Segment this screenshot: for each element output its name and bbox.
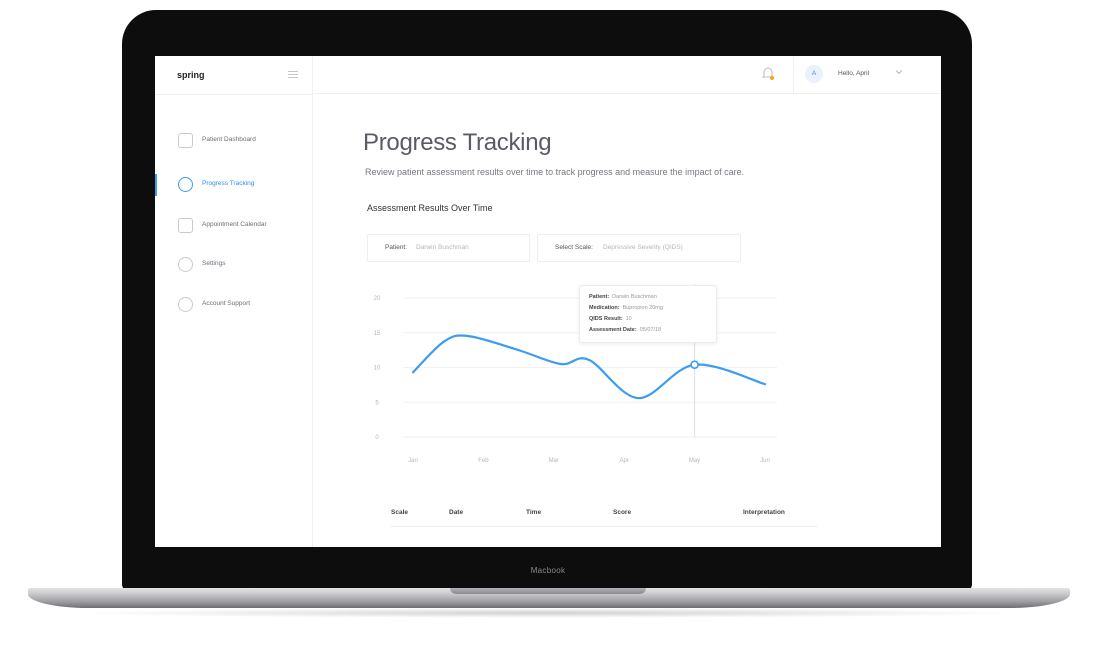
top-bar: A Hello, April [313,56,941,94]
column-header-interpretation[interactable]: Interpretation [743,509,785,516]
patient-select-value: Darwin Buschman [416,244,469,251]
x-tick-label: Feb [478,458,489,464]
tooltip-medication: Medication: Bupropion 20mg [589,305,663,311]
laptop-hinge-notch [450,588,646,594]
avatar[interactable]: A [805,65,823,83]
topbar-divider [793,56,794,94]
y-tick-label: 10 [374,366,381,372]
user-greeting[interactable]: Hello, April [838,70,869,77]
scale-select-label: Select Scale: [555,244,593,251]
patient-select-label: Patient: [385,244,408,251]
calendar-icon [178,218,193,233]
sidebar-item-label: Appointment Calendar [202,221,267,228]
page-subtitle: Review patient assessment results over t… [365,167,745,177]
section-title: Assessment Results Over Time [367,203,493,213]
app-logo[interactable]: spring [177,70,205,80]
chevron-down-icon[interactable] [895,68,903,76]
results-table-header: Scale Date Time Score Interpretation [391,507,817,527]
patient-select[interactable]: Patient: Darwin Buschman [367,234,530,262]
y-tick-label: 5 [375,400,379,406]
sidebar-item-patient-dashboard[interactable]: Patient Dashboard [155,131,313,151]
sidebar-item-label: Progress Tracking [202,180,255,187]
highlight-point [690,360,699,370]
support-icon [178,297,193,312]
gear-icon [178,257,193,272]
tooltip-result: QIDS Result: 10 [589,316,632,322]
device-label: Macbook [530,566,566,575]
series-line [411,334,767,400]
x-tick-label: Jan [408,458,418,464]
sidebar-item-progress-tracking[interactable]: Progress Tracking [155,174,313,196]
active-indicator [155,174,157,196]
laptop-shadow [70,608,1026,618]
scale-select[interactable]: Select Scale: Depressive Severity (QIDS) [537,234,741,262]
dashboard-icon [178,133,193,148]
page-title: Progress Tracking [363,129,552,156]
column-header-date[interactable]: Date [449,509,463,516]
sidebar-item-label: Account Support [202,300,251,307]
x-tick-label: May [689,458,700,464]
x-tick-label: Mar [549,458,559,464]
sidebar-item-label: Settings [202,260,226,267]
x-tick-label: Apr [620,458,629,464]
tooltip-patient: Patient: Darwin Buschman [589,294,657,300]
y-tick-label: 20 [374,296,381,302]
hamburger-menu-icon[interactable] [288,71,298,79]
sidebar-item-label: Patient Dashboard [202,136,256,143]
sidebar-divider [155,94,313,95]
column-header-scale[interactable]: Scale [391,509,408,516]
sidebar-item-account-support[interactable]: Account Support [155,295,313,315]
column-header-time[interactable]: Time [526,509,541,516]
data-point-tooltip: Patient: Darwin Buschman Medication: Bupro… [579,285,717,343]
sidebar-item-settings[interactable]: Settings [155,255,313,275]
tooltip-date: Assessment Date: 05/07/18 [589,327,662,333]
app-screen: spring Patient Dashboard Progress Tracki… [155,56,941,547]
sidebar: spring Patient Dashboard Progress Tracki… [155,56,313,547]
scale-select-value: Depressive Severity (QIDS) [603,244,683,251]
x-tick-label: Jun [760,458,770,464]
bell-icon[interactable] [761,65,775,81]
column-header-score[interactable]: Score [613,509,631,516]
y-tick-label: 15 [374,331,381,337]
y-tick-label: 0 [375,435,379,441]
sidebar-item-appointment-calendar[interactable]: Appointment Calendar [155,216,313,236]
progress-icon [178,177,193,192]
